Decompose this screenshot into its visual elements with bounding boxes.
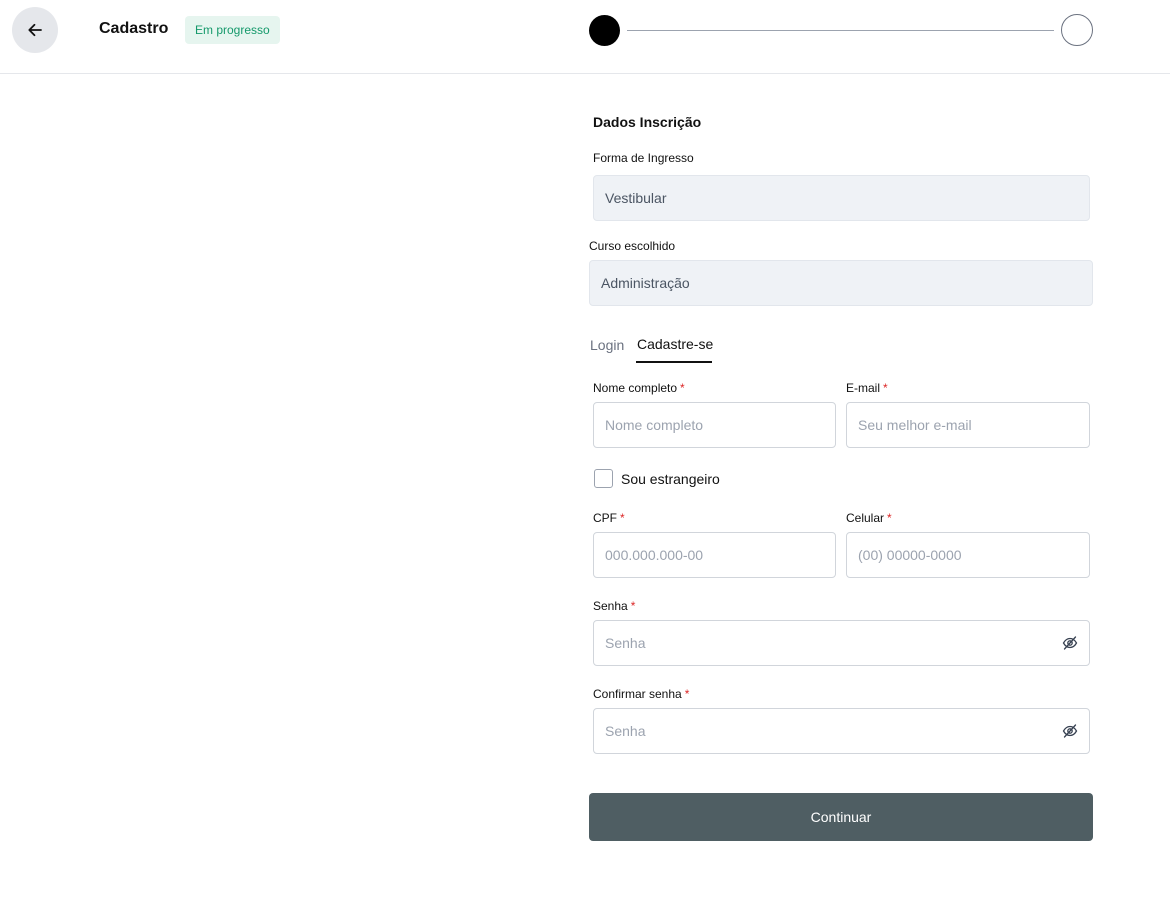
required-mark: * (684, 687, 690, 701)
email-input[interactable]: Seu melhor e-mail (846, 402, 1090, 448)
status-badge: Em progresso (185, 16, 280, 44)
arrow-left-icon (28, 23, 42, 37)
step-1-completed-indicator (589, 15, 620, 46)
estrangeiro-label[interactable]: Sou estrangeiro (621, 471, 720, 487)
curso-field: Administração (589, 260, 1093, 306)
cpf-label: CPF * (593, 511, 625, 525)
email-placeholder: Seu melhor e-mail (858, 417, 972, 433)
required-mark: * (620, 511, 625, 525)
nome-input[interactable]: Nome completo (593, 402, 836, 448)
nome-label: Nome completo * (593, 381, 685, 395)
forma-ingresso-value: Vestibular (605, 190, 667, 206)
required-mark: * (630, 599, 636, 613)
celular-input[interactable]: (00) 00000-0000 (846, 532, 1090, 578)
page-title: Cadastro (99, 20, 169, 37)
required-mark: * (883, 381, 888, 395)
confirmar-senha-input[interactable]: Senha (593, 708, 1090, 754)
step-2-pending-indicator (1061, 14, 1093, 46)
curso-value: Administração (601, 275, 690, 291)
estrangeiro-checkbox[interactable] (594, 469, 613, 488)
confirmar-senha-label: Confirmar senha * (593, 687, 690, 701)
senha-placeholder: Senha (605, 635, 646, 651)
active-tab-indicator (636, 361, 712, 363)
tab-cadastre-se[interactable]: Cadastre-se (637, 336, 713, 352)
eye-off-icon[interactable] (1062, 723, 1078, 739)
confirmar-senha-placeholder: Senha (605, 723, 646, 739)
forma-ingresso-field: Vestibular (593, 175, 1090, 221)
tab-login[interactable]: Login (590, 337, 624, 353)
eye-off-icon[interactable] (1062, 635, 1078, 651)
stepper-connector (627, 30, 1054, 31)
celular-label: Celular * (846, 511, 892, 525)
back-button[interactable] (12, 7, 58, 53)
required-mark: * (887, 511, 892, 525)
section-title: Dados Inscrição (593, 114, 702, 130)
top-bar: Cadastro Em progresso (0, 0, 1170, 74)
senha-input[interactable]: Senha (593, 620, 1090, 666)
email-label: E-mail * (846, 381, 888, 395)
cpf-input[interactable]: 000.000.000-00 (593, 532, 836, 578)
forma-ingresso-label: Forma de Ingresso (593, 151, 694, 165)
curso-label: Curso escolhido (589, 239, 676, 253)
cpf-placeholder: 000.000.000-00 (605, 547, 704, 563)
nome-placeholder: Nome completo (605, 417, 704, 433)
required-mark: * (680, 381, 685, 395)
continue-button[interactable]: Continuar (589, 793, 1093, 841)
senha-label: Senha * (593, 599, 636, 613)
celular-placeholder: (00) 00000-0000 (858, 547, 962, 563)
